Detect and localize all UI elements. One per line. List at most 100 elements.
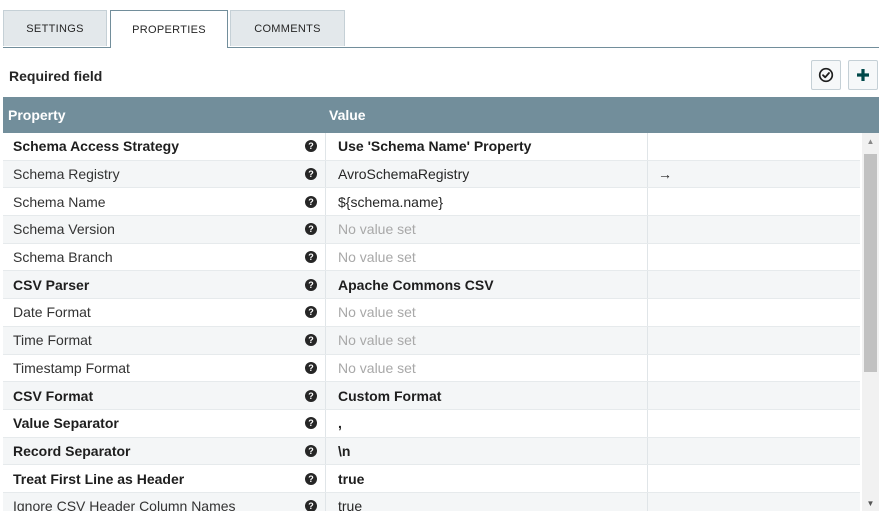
table-row[interactable]: Value Separator?, (3, 409, 860, 438)
property-value[interactable]: true (325, 465, 647, 492)
scrollbar[interactable]: ▲ ▼ (862, 133, 879, 511)
table-row[interactable]: Schema Branch? No value set (3, 243, 860, 272)
table-row[interactable]: Ignore CSV Header Column Names? true (3, 492, 860, 511)
row-actions (647, 133, 860, 160)
property-name: Ignore CSV Header Column Names (13, 498, 236, 511)
property-value[interactable]: true (325, 492, 647, 511)
help-icon[interactable]: ? (303, 216, 319, 243)
row-actions (647, 326, 860, 354)
property-value[interactable]: AvroSchemaRegistry (325, 160, 647, 188)
property-value[interactable]: Use 'Schema Name' Property (325, 133, 647, 160)
help-icon[interactable]: ? (303, 299, 319, 326)
row-actions (647, 243, 860, 271)
help-glyph: ? (305, 168, 317, 181)
property-value[interactable]: Custom Format (325, 382, 647, 409)
row-actions (647, 299, 860, 326)
help-icon[interactable]: ? (303, 188, 319, 215)
property-value[interactable]: No value set (325, 354, 647, 382)
property-value[interactable]: No value set (325, 216, 647, 243)
property-name: Value Separator (13, 415, 119, 432)
row-actions (647, 437, 860, 465)
table-row[interactable]: Date Format? No value set (3, 299, 860, 327)
help-glyph: ? (305, 195, 317, 208)
scrollbar-thumb[interactable] (864, 154, 877, 372)
tab-comments[interactable]: COMMENTS (230, 10, 345, 46)
scroll-up-arrow-icon[interactable]: ▲ (862, 133, 879, 149)
help-glyph: ? (305, 389, 317, 402)
property-name: Date Format (13, 304, 91, 321)
table-body: Schema Access Strategy? Use 'Schema Name'… (3, 133, 860, 511)
help-glyph: ? (305, 334, 317, 347)
help-glyph: ? (305, 500, 317, 511)
property-name: Schema Registry (13, 166, 120, 183)
help-icon[interactable]: ? (303, 410, 319, 437)
property-value[interactable]: No value set (325, 326, 647, 354)
tab-properties[interactable]: PROPERTIES (110, 10, 228, 48)
help-icon[interactable]: ? (303, 161, 319, 188)
property-name: Schema Name (13, 193, 106, 210)
table-row[interactable]: Schema Version? No value set (3, 216, 860, 244)
row-actions (647, 492, 860, 511)
properties-table: Property Value Schema Access Strategy? Us… (3, 97, 879, 511)
property-name: Record Separator (13, 442, 131, 459)
property-value[interactable]: Apache Commons CSV (325, 271, 647, 299)
add-property-button[interactable] (848, 60, 878, 90)
property-value[interactable]: No value set (325, 299, 647, 326)
help-icon[interactable]: ? (303, 355, 319, 382)
table-row[interactable]: Schema Registry? AvroSchemaRegistry → (3, 160, 860, 189)
table-row[interactable]: Schema Access Strategy? Use 'Schema Name'… (3, 133, 860, 161)
row-actions (647, 465, 860, 492)
help-glyph: ? (305, 472, 317, 485)
property-name: Schema Branch (13, 249, 113, 266)
help-glyph: ? (305, 251, 317, 264)
plus-icon (857, 69, 869, 81)
tab-settings[interactable]: SETTINGS (3, 10, 107, 46)
help-icon[interactable]: ? (303, 244, 319, 271)
help-icon[interactable]: ? (303, 382, 319, 409)
table-row[interactable]: Schema Name? ${schema.name} (3, 188, 860, 217)
help-icon[interactable]: ? (303, 271, 319, 298)
table-row[interactable]: Treat First Line as Header? true (3, 465, 860, 493)
column-header-property[interactable]: Property (8, 107, 66, 123)
table-header: Property Value (3, 97, 879, 133)
property-value[interactable]: No value set (325, 243, 647, 271)
property-name: CSV Format (13, 387, 94, 404)
property-value[interactable]: , (325, 409, 647, 437)
help-icon[interactable]: ? (303, 438, 319, 465)
help-icon[interactable]: ? (303, 465, 319, 492)
help-glyph: ? (305, 278, 317, 291)
property-name: Treat First Line as Header (13, 470, 185, 487)
column-header-value[interactable]: Value (329, 107, 366, 123)
row-actions (647, 409, 860, 437)
row-actions (647, 216, 860, 243)
tab-bar: SETTINGS PROPERTIES COMMENTS (3, 10, 879, 48)
help-glyph: ? (305, 223, 317, 236)
help-icon[interactable]: ? (303, 327, 319, 354)
help-glyph: ? (305, 306, 317, 319)
help-glyph: ? (305, 140, 317, 153)
property-name: Schema Version (13, 221, 115, 238)
scroll-down-arrow-icon[interactable]: ▼ (862, 495, 879, 511)
help-glyph: ? (305, 444, 317, 457)
property-name: Timestamp Format (13, 359, 130, 376)
go-to-service-arrow-icon[interactable]: → (647, 160, 860, 188)
required-field-label: Required field (9, 68, 103, 84)
table-row[interactable]: Time Format? No value set (3, 326, 860, 355)
help-icon[interactable]: ? (303, 133, 319, 160)
help-icon[interactable]: ? (303, 493, 319, 511)
row-actions (647, 354, 860, 382)
table-row[interactable]: CSV Parser? Apache Commons CSV (3, 271, 860, 300)
property-value[interactable]: \n (325, 437, 647, 465)
check-circle-icon (818, 67, 834, 83)
property-name: Schema Access Strategy (13, 138, 180, 155)
row-actions (647, 188, 860, 216)
help-glyph: ? (305, 417, 317, 430)
table-row[interactable]: CSV Format? Custom Format (3, 382, 860, 410)
help-glyph: ? (305, 361, 317, 374)
property-name: CSV Parser (13, 276, 90, 293)
table-row[interactable]: Timestamp Format? No value set (3, 354, 860, 383)
row-actions (647, 271, 860, 299)
verify-properties-button[interactable] (811, 60, 841, 90)
property-value[interactable]: ${schema.name} (325, 188, 647, 216)
table-row[interactable]: Record Separator? \n (3, 437, 860, 466)
